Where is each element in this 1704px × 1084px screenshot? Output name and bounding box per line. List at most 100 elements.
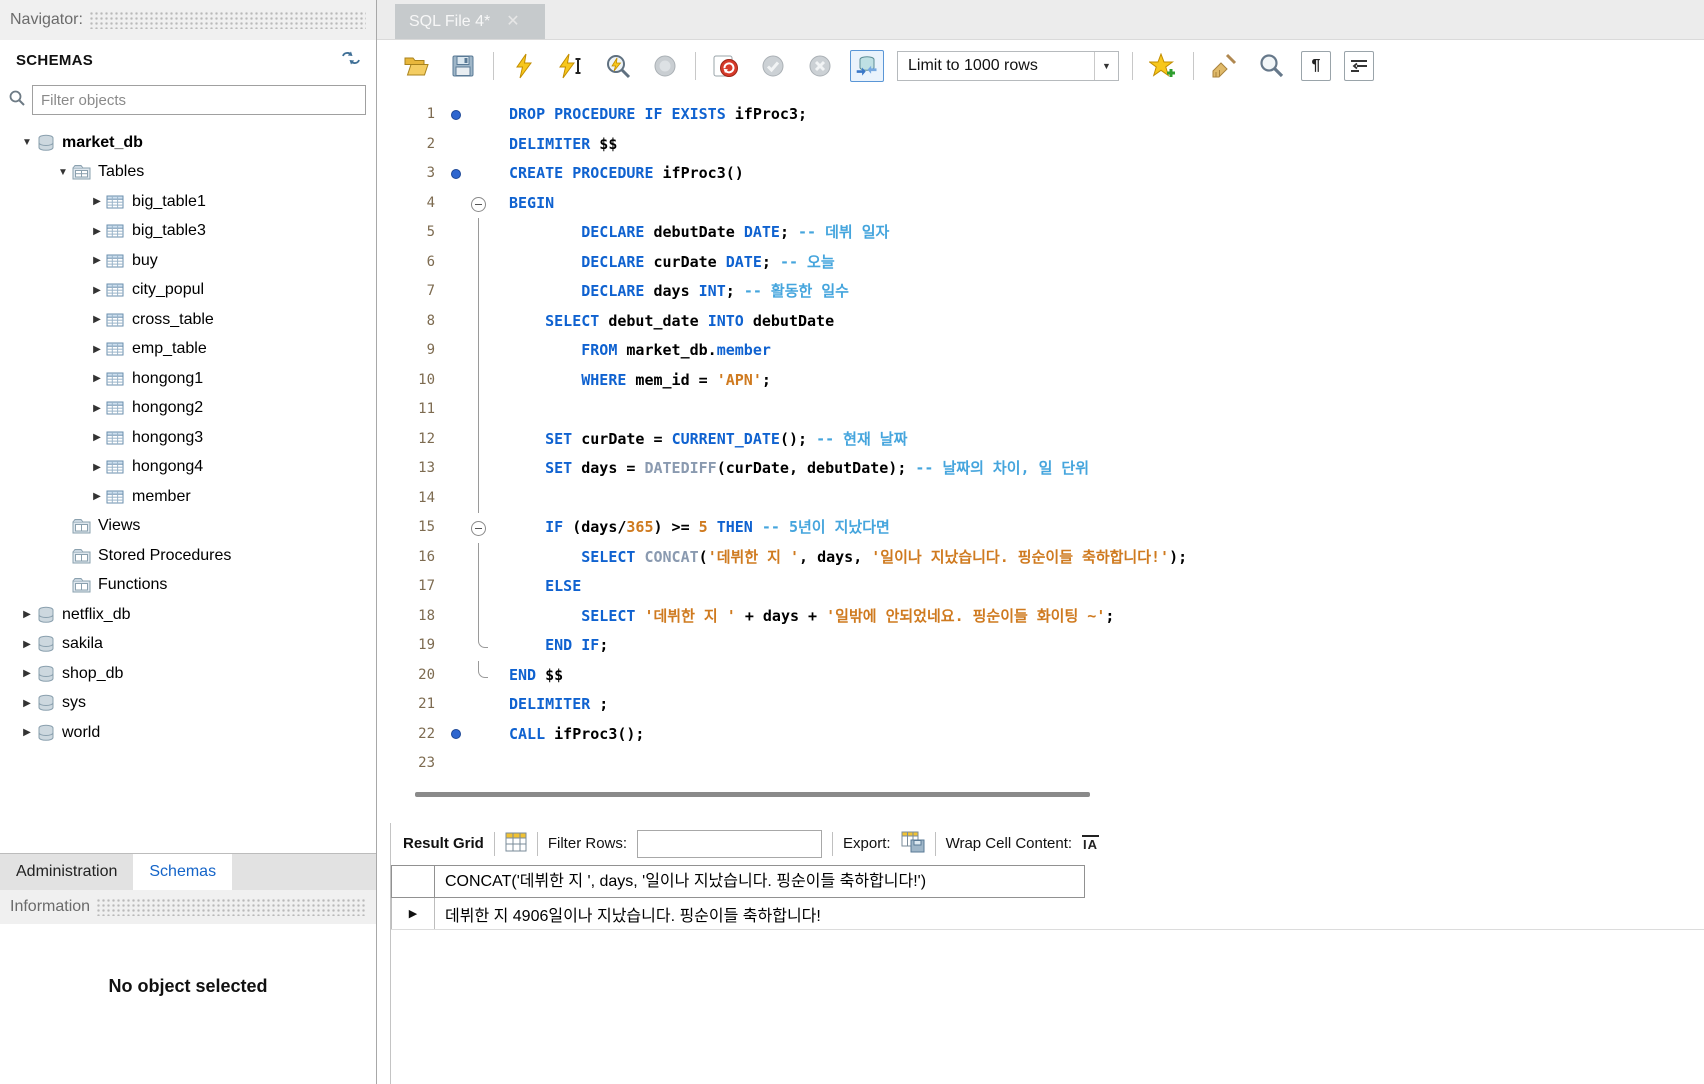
explain-plan-icon[interactable] [601,50,635,82]
chevron-right-icon[interactable]: ▶ [88,491,106,502]
chevron-right-icon[interactable]: ▶ [88,255,106,266]
tree-item-shop-db[interactable]: ▶ shop_db [0,659,376,689]
code-line-16[interactable]: 16 SELECT CONCAT('데뷔한 지 ', days, '일이나 지났… [377,542,1704,573]
tab-administration[interactable]: Administration [0,854,134,890]
code-line-5[interactable]: 5 DECLARE debutDate DATE; -- 데뷔 일자 [377,218,1704,248]
chevron-right-icon[interactable]: ▶ [88,344,106,355]
export-icon[interactable] [901,831,925,857]
tree-item-stored-procedures[interactable]: Stored Procedures [0,541,376,571]
result-cell-value[interactable]: 데뷔한 지 4906일이나 지났습니다. 핑순이들 축하합니다! [435,898,821,929]
code-line-2[interactable]: 2 DELIMITER $$ [377,130,1704,160]
tree-item-hongong3[interactable]: ▶ hongong3 [0,423,376,453]
execute-script-icon[interactable] [507,50,541,82]
tree-item-netflix-db[interactable]: ▶ netflix_db [0,600,376,630]
chevron-right-icon[interactable]: ▶ [88,373,106,384]
code-line-23[interactable]: 23 [377,749,1704,779]
tab-sql-file[interactable]: SQL File 4* ✕ [395,4,545,39]
code-line-11[interactable]: 11 [377,395,1704,425]
code-line-12[interactable]: 12 SET curDate = CURRENT_DATE(); -- 현재 날… [377,424,1704,455]
tab-schemas[interactable]: Schemas [133,854,233,890]
code-line-15[interactable]: 15 IF (days/365) >= 5 THEN -- 5년이 지났다면 [377,513,1704,543]
tree-item-market-db[interactable]: ▼ market_db [0,128,376,158]
grid-view-icon[interactable] [505,832,527,856]
fold-toggle-icon[interactable] [467,513,491,543]
tree-item-label: big_table1 [132,192,206,210]
code-line-9[interactable]: 9 FROM market_db.member [377,336,1704,366]
tree-item-city-popul[interactable]: ▶ city_popul [0,276,376,306]
result-grid-corner-cell [391,864,435,899]
chevron-right-icon[interactable]: ▶ [88,226,106,237]
filter-objects-input[interactable] [32,85,366,115]
row-selector-arrow-icon[interactable]: ▶ [391,898,435,930]
chevron-right-icon[interactable]: ▶ [18,727,36,738]
result-grid-data-row[interactable]: ▶ 데뷔한 지 4906일이나 지났습니다. 핑순이들 축하합니다! [391,898,1704,931]
chevron-right-icon[interactable]: ▶ [18,639,36,650]
chevron-right-icon[interactable]: ▶ [88,314,106,325]
code-text: BEGIN [509,193,555,212]
wrap-cell-content-icon[interactable]: IA [1082,835,1100,852]
code-line-6[interactable]: 6 DECLARE curDate DATE; -- 오늘 [377,247,1704,278]
tree-item-hongong1[interactable]: ▶ hongong1 [0,364,376,394]
toggle-stop-on-error-icon[interactable] [709,50,743,82]
chevron-right-icon[interactable]: ▶ [18,698,36,709]
find-icon[interactable] [1254,50,1288,82]
code-line-8[interactable]: 8 SELECT debut_date INTO debutDate [377,306,1704,337]
code-line-18[interactable]: 18 SELECT '데뷔한 지 ' + days + '일밖에 안되었네요. … [377,601,1704,632]
chevron-right-icon[interactable]: ▶ [88,432,106,443]
statement-marker-dot [445,720,467,750]
sql-code-editor[interactable]: 1 DROP PROCEDURE IF EXISTS ifProc3; 2 DELIM… [377,92,1704,779]
tree-item-sys[interactable]: ▶ sys [0,689,376,719]
code-line-20[interactable]: 20 END $$ [377,660,1704,691]
open-file-icon[interactable] [399,50,433,82]
code-line-17[interactable]: 17 ELSE [377,572,1704,602]
tree-item-cross-table[interactable]: ▶ cross_table [0,305,376,335]
tree-item-sakila[interactable]: ▶ sakila [0,630,376,660]
marker-spacer [445,307,467,337]
fold-gutter [467,631,491,661]
tree-item-hongong4[interactable]: ▶ hongong4 [0,453,376,483]
code-line-22[interactable]: 22 CALL ifProc3(); [377,720,1704,750]
result-column-header[interactable]: CONCAT('데뷔한 지 ', days, '일이나 지났습니다. 핑순이들 … [435,864,1085,899]
chevron-right-icon[interactable]: ▶ [88,462,106,473]
tree-item-world[interactable]: ▶ world [0,718,376,748]
chevron-right-icon[interactable]: ▶ [88,196,106,207]
chevron-down-icon[interactable]: ▼ [18,137,36,148]
beautify-icon[interactable] [1207,50,1241,82]
tree-item-emp-table[interactable]: ▶ emp_table [0,335,376,365]
code-line-10[interactable]: 10 WHERE mem_id = 'APN'; [377,365,1704,396]
toggle-autocommit-icon[interactable] [850,50,884,82]
filter-rows-input[interactable] [637,829,823,858]
code-line-3[interactable]: 3 CREATE PROCEDURE ifProc3() [377,159,1704,189]
close-tab-icon[interactable]: ✕ [506,13,519,30]
tree-item-functions[interactable]: Functions [0,571,376,601]
result-toolbar-separator [934,831,936,856]
chevron-right-icon[interactable]: ▶ [18,668,36,679]
chevron-right-icon[interactable]: ▶ [18,609,36,620]
tree-item-tables[interactable]: ▼ Tables [0,158,376,188]
save-snippet-icon[interactable] [1146,50,1180,82]
toggle-word-wrap-icon[interactable] [1344,51,1374,81]
execute-current-statement-icon[interactable] [554,50,588,82]
code-line-13[interactable]: 13 SET days = DATEDIFF(curDate, debutDat… [377,454,1704,484]
code-line-21[interactable]: 21 DELIMITER ; [377,690,1704,720]
tree-item-big-table1[interactable]: ▶ big_table1 [0,187,376,217]
editor-result-splitter[interactable] [415,791,1090,797]
tree-item-member[interactable]: ▶ member [0,482,376,512]
save-icon[interactable] [446,50,480,82]
code-line-19[interactable]: 19 END IF; [377,631,1704,661]
toggle-invisible-characters-icon[interactable]: ¶ [1301,51,1331,81]
tree-item-buy[interactable]: ▶ buy [0,246,376,276]
code-line-7[interactable]: 7 DECLARE days INT; -- 활동한 일수 [377,277,1704,307]
code-line-14[interactable]: 14 [377,483,1704,514]
tree-item-views[interactable]: Views [0,512,376,542]
chevron-right-icon[interactable]: ▶ [88,285,106,296]
code-line-4[interactable]: 4 BEGIN [377,189,1704,219]
chevron-right-icon[interactable]: ▶ [88,403,106,414]
code-line-1[interactable]: 1 DROP PROCEDURE IF EXISTS ifProc3; [377,100,1704,130]
refresh-schemas-icon[interactable] [340,50,362,71]
fold-toggle-icon[interactable] [467,189,491,219]
chevron-down-icon[interactable]: ▼ [54,167,72,178]
tree-item-big-table3[interactable]: ▶ big_table3 [0,217,376,247]
tree-item-hongong2[interactable]: ▶ hongong2 [0,394,376,424]
limit-rows-dropdown[interactable]: Limit to 1000 rows ▼ [897,51,1119,81]
